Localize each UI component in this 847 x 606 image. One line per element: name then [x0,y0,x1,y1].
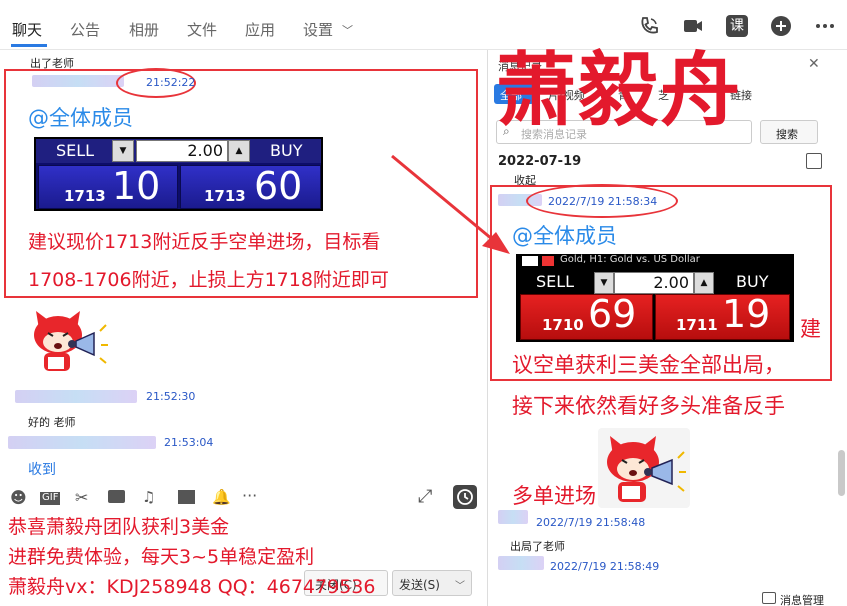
quantity-input[interactable]: 2.00 [136,140,228,162]
message-line: 接下来依然看好多头准备反手 [512,394,785,418]
search-button[interactable]: 搜索 [760,120,818,144]
promo-line: 萧毅舟vx：KDJ258948 QQ：467479536 [8,576,376,598]
emoji-icon[interactable]: ☻ [10,488,27,507]
message-timestamp: 21:52:22 [146,76,196,89]
bell-icon[interactable]: 🔔 [212,488,231,506]
sell-price-pips: 69 [588,292,637,336]
sender-name [32,75,124,87]
sender-name [498,556,544,570]
active-tab-indicator [11,44,47,47]
qty-down-arrow[interactable]: ▼ [594,272,614,294]
fox-sticker [598,428,690,508]
grid-icon [522,256,538,266]
mention-all: @全体成员 [512,224,617,248]
history-clock-icon[interactable] [453,485,477,509]
folder-icon[interactable] [108,490,125,503]
trade-panel-title: Gold, H1: Gold vs. US Dollar [560,254,700,265]
message-manage-link[interactable]: 消息管理 [780,592,824,606]
gif-icon[interactable]: GIF [40,492,61,505]
message-timestamp: 2022/7/19 21:58:49 [550,560,660,573]
scrollbar-thumb[interactable] [838,450,845,496]
mention-all: @全体成员 [28,106,133,130]
sender-name [8,436,156,449]
tab-album[interactable]: 相册 [129,19,159,40]
tab-apps[interactable]: 应用 [245,19,275,40]
message-line: 建 [800,317,821,341]
chart-icon [542,256,554,266]
buy-price-prefix: 1713 [204,187,246,205]
tab-settings[interactable]: 设置 [303,19,333,40]
qty-up-arrow[interactable]: ▲ [694,272,714,294]
trade-panel: SELL ▼ 2.00 ▲ BUY 1713 10 1713 60 [34,137,323,211]
sell-price-pips: 10 [112,164,161,208]
sender-name [498,510,528,524]
add-icon[interactable] [770,15,792,37]
message-text: 收到 [28,462,56,478]
qty-up-arrow[interactable]: ▲ [228,140,250,162]
message-timestamp: 21:52:30 [146,390,196,403]
trade-panel: Gold, H1: Gold vs. US Dollar SELL ▼ 2.00… [516,254,794,342]
qty-down-arrow[interactable]: ▼ [112,140,134,162]
scissors-icon[interactable]: ✂ [75,488,88,507]
quantity-input[interactable]: 2.00 [614,272,694,294]
buy-price-pips: 19 [722,292,771,336]
sender-name [15,390,137,403]
close-icon[interactable]: ✕ [808,56,820,72]
message-text: 好的 老师 [28,416,76,429]
sell-price-prefix: 1710 [542,316,584,334]
input-toolbar: ☻ GIF ✂ ♫ 🔔 ··· ⤢ [0,482,487,512]
message-line: 多单进场 [512,484,596,508]
message-line: 议空单获利三美金全部出局， [512,353,785,377]
calendar-icon[interactable] [806,153,822,169]
message-timestamp: 2022/7/19 21:58:48 [536,516,646,529]
chevron-down-icon[interactable]: ﹀ [455,577,465,592]
message-timestamp: 21:53:04 [164,436,214,449]
tab-announcement[interactable]: 公告 [70,19,100,40]
sell-price-prefix: 1713 [64,187,106,205]
message-text: 出局了老师 [510,540,565,553]
more-icon[interactable] [814,15,836,37]
music-icon[interactable]: ♫ [142,488,155,506]
manage-icon[interactable] [762,592,776,604]
annotation-arrow [391,154,510,254]
sell-button[interactable]: SELL [56,141,94,160]
expand-icon[interactable]: ⤢ [418,486,432,507]
message-line: 1708-1706附近，止损上方1718附近即可 [28,269,389,291]
send-button[interactable]: 发送(S) ﹀ [392,570,472,596]
promo-line: 恭喜萧毅舟团队获利3美金 [8,516,230,538]
sell-button[interactable]: SELL [536,272,574,291]
message-line: 建议现价1713附近反手空单进场，目标看 [28,231,381,253]
promo-line: 进群免费体验，每天3~5单稳定盈利 [8,546,315,568]
buy-price-pips: 60 [254,164,303,208]
watermark-text: 萧毅舟 [496,44,742,137]
image-icon[interactable] [178,490,195,504]
buy-price-prefix: 1711 [676,316,718,334]
message-timestamp: 2022/7/19 21:58:34 [548,195,658,208]
tab-files[interactable]: 文件 [187,19,217,40]
fox-sticker [28,305,110,377]
buy-button[interactable]: BUY [736,272,768,291]
chevron-down-icon[interactable]: ﹀ [342,22,353,38]
more-icon[interactable]: ··· [242,486,257,505]
buy-button[interactable]: BUY [270,141,302,160]
tab-chat[interactable]: 聊天 [12,19,42,40]
